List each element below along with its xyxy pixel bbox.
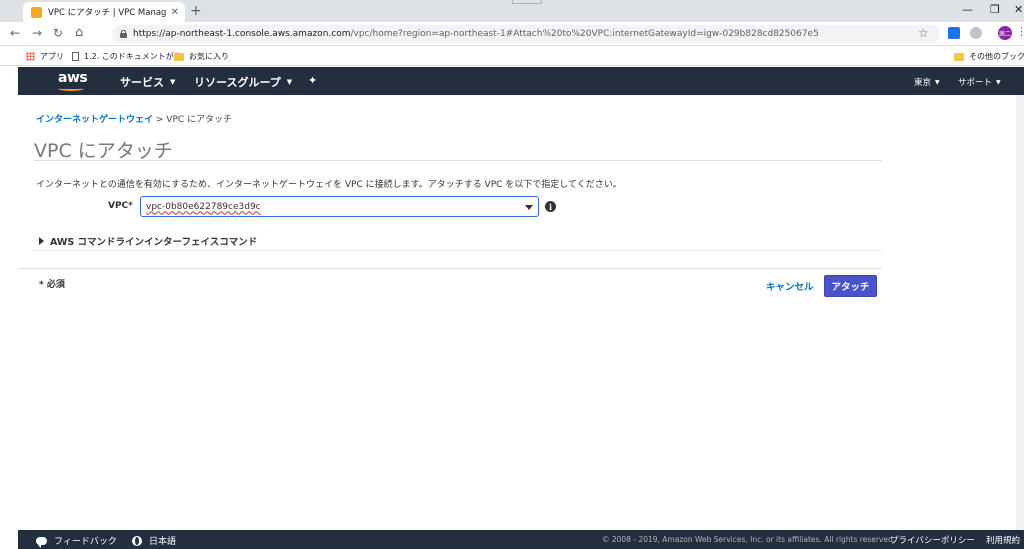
close-window-icon[interactable]: ✕ <box>1014 3 1023 16</box>
dropdown-arrow-icon <box>525 205 533 210</box>
cancel-button[interactable]: キャンセル <box>766 279 814 293</box>
required-note: * 必須 <box>39 280 65 290</box>
minimize-icon[interactable]: — <box>962 3 973 16</box>
bookmark-other[interactable]: その他のブックマーク <box>954 51 1024 62</box>
tab-title: VPC にアタッチ | VPC Management C <box>48 8 167 18</box>
breadcrumb-internet-gateways[interactable]: インターネットゲートウェイ <box>36 115 153 125</box>
extension-icon[interactable] <box>948 27 960 39</box>
extension-icon-2[interactable] <box>970 27 982 39</box>
browser-menu-icon[interactable]: ⋮ <box>1016 25 1024 38</box>
divider <box>34 250 882 251</box>
forward-icon[interactable]: → <box>32 26 42 40</box>
chevron-down-icon: ▼ <box>996 79 1001 86</box>
lock-icon <box>120 30 127 38</box>
copyright-text: © 2008 - 2019, Amazon Web Services, Inc.… <box>602 535 896 544</box>
address-bar[interactable]: https://ap-northeast-1.console.aws.amazo… <box>112 25 940 43</box>
aws-favicon-icon <box>31 6 42 18</box>
chevron-down-icon: ▼ <box>935 79 940 86</box>
attach-button[interactable]: アタッチ <box>824 275 877 297</box>
bookmark-doc[interactable]: 1.2. このドキュメントが示 <box>72 51 182 62</box>
scrollbar[interactable] <box>1016 95 1024 530</box>
apps-grid-icon <box>26 52 35 61</box>
support-menu[interactable]: サポート ▼ <box>958 76 1001 88</box>
profile-avatar[interactable]: 茜二 <box>998 26 1012 40</box>
aws-top-nav: aws サービス ▼ リソースグループ ▼ ✦ 東京 ▼ サポート ▼ <box>18 67 1024 95</box>
browser-toolbar: ← → ↻ ⌂ https://ap-northeast-1.console.a… <box>0 22 1024 46</box>
services-menu[interactable]: サービス ▼ <box>120 74 175 90</box>
folder-icon <box>174 52 184 61</box>
bookmark-favorites[interactable]: お気に入り <box>174 51 229 62</box>
breadcrumb: インターネットゲートウェイ > VPC にアタッチ <box>36 115 233 125</box>
bookmarks-bar: アプリ 1.2. このドキュメントが示 お気に入り その他のブックマーク <box>0 46 1024 66</box>
divider <box>18 268 882 269</box>
chevron-down-icon: ▼ <box>286 78 293 86</box>
browser-tab-strip: VPC にアタッチ | VPC Management C ✕ + — ❐ ✕ <box>0 0 1024 22</box>
pin-icon[interactable]: ✦ <box>308 74 317 87</box>
bookmark-star-icon[interactable]: ☆ <box>918 26 929 40</box>
info-icon[interactable]: i <box>545 201 556 212</box>
page-description: インターネットとの通信を有効にするため、インターネットゲートウェイを VPC に… <box>36 180 622 190</box>
new-tab-icon[interactable]: + <box>190 3 202 19</box>
window-drag-handle <box>512 0 542 4</box>
vpc-select[interactable]: vpc-0b80e622789ce3d9c <box>140 196 539 217</box>
folder-icon <box>954 52 964 61</box>
aws-logo-smile <box>58 86 84 91</box>
resource-groups-menu[interactable]: リソースグループ ▼ <box>194 74 292 90</box>
browser-tab[interactable]: VPC にアタッチ | VPC Management C ✕ <box>23 2 185 22</box>
vpc-label: VPC* <box>108 201 133 211</box>
feedback-link[interactable]: フィードバック <box>36 534 117 548</box>
bookmark-apps[interactable]: アプリ <box>26 51 64 62</box>
speech-bubble-icon <box>36 536 47 548</box>
breadcrumb-current: VPC にアタッチ <box>166 115 233 125</box>
url-text: https://ap-northeast-1.console.aws.amazo… <box>133 29 819 39</box>
expand-triangle-icon <box>39 237 44 245</box>
page-title: VPC にアタッチ <box>34 140 173 162</box>
back-icon[interactable]: ← <box>10 26 20 40</box>
terms-link[interactable]: 利用規約 <box>986 534 1020 546</box>
chevron-down-icon: ▼ <box>170 78 176 86</box>
reload-icon[interactable]: ↻ <box>53 26 63 40</box>
privacy-policy-link[interactable]: プライバシーポリシー <box>890 534 975 546</box>
region-menu[interactable]: 東京 ▼ <box>914 76 940 88</box>
aws-footer: フィードバック 日本語 © 2008 - 2019, Amazon Web Se… <box>18 530 1024 549</box>
divider <box>34 160 882 161</box>
document-icon <box>72 52 79 61</box>
globe-icon <box>132 535 142 546</box>
cli-commands-toggle[interactable]: AWS コマンドラインインターフェイスコマンド <box>39 234 257 248</box>
language-selector[interactable]: 日本語 <box>132 534 176 547</box>
aws-logo[interactable]: aws <box>58 70 88 86</box>
close-tab-icon[interactable]: ✕ <box>171 7 179 18</box>
vpc-selected-value: vpc-0b80e622789ce3d9c <box>146 201 261 212</box>
restore-icon[interactable]: ❐ <box>990 3 1000 16</box>
home-icon[interactable]: ⌂ <box>75 25 83 40</box>
